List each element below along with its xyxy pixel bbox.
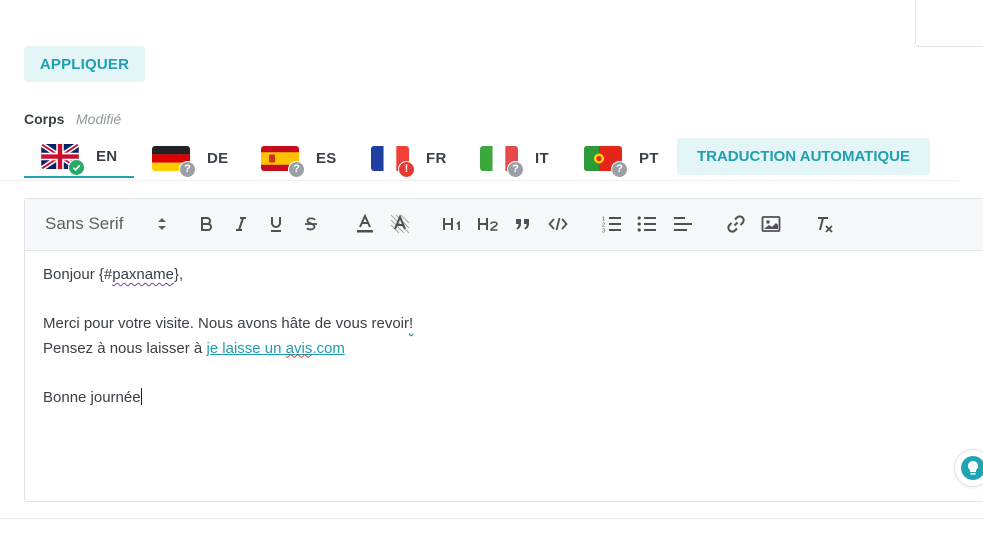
- body-line-1-text: Merci pour votre visite. Nous avons hâte…: [43, 315, 409, 332]
- closing-text: Bonne journée: [43, 388, 141, 406]
- uk-flag-icon: [41, 143, 85, 176]
- tab-de[interactable]: ? DE: [152, 136, 228, 180]
- svg-text:3: 3: [602, 229, 605, 234]
- auto-translate-button[interactable]: TRADUCTION AUTOMATIQUE: [677, 138, 930, 175]
- template-variable: paxname: [112, 266, 174, 283]
- tab-label-fr: FR: [426, 149, 447, 167]
- align-left-icon[interactable]: [670, 211, 696, 237]
- tab-pt[interactable]: ? PT: [584, 136, 659, 180]
- editor-toolbar: Sans Serif 1 2 3: [25, 199, 983, 251]
- body-line-1-punct: !: [409, 315, 414, 332]
- tabs-divider: [0, 180, 959, 181]
- review-link-part-c: .com: [312, 339, 345, 357]
- heading-1-icon[interactable]: [440, 211, 466, 237]
- bottom-divider: [0, 518, 983, 519]
- question-icon: ?: [611, 160, 628, 178]
- blockquote-icon[interactable]: [510, 211, 536, 237]
- body-line-2: Pensez à nous laisser à je laisse un avi…: [43, 337, 413, 362]
- heading-2-icon[interactable]: [475, 211, 501, 237]
- clear-format-icon[interactable]: [812, 211, 838, 237]
- bold-icon[interactable]: [193, 211, 219, 237]
- spain-flag-icon: ?: [261, 145, 305, 178]
- background-color-icon[interactable]: [387, 211, 413, 237]
- font-family-select[interactable]: Sans Serif: [45, 211, 167, 237]
- code-block-icon[interactable]: [545, 211, 571, 237]
- question-icon: ?: [288, 160, 305, 178]
- check-icon: [68, 158, 85, 176]
- closing-line: Bonne journée: [43, 386, 413, 411]
- greeting-line: Bonjour {#paxname},: [43, 263, 413, 288]
- text-cursor: [140, 387, 143, 405]
- tab-label-it: IT: [535, 149, 549, 167]
- top-right-field[interactable]: [915, 0, 983, 47]
- review-link-part-b: avis: [285, 339, 313, 357]
- greeting-suffix: },: [173, 266, 184, 283]
- rich-text-editor: Sans Serif 1 2 3 Bonjour {#paxname}, Mer…: [24, 198, 983, 502]
- image-icon[interactable]: [758, 211, 784, 237]
- tab-es[interactable]: ? ES: [261, 136, 337, 180]
- strikethrough-icon[interactable]: [298, 211, 324, 237]
- link-icon[interactable]: [723, 211, 749, 237]
- editor-content[interactable]: Bonjour {#paxname}, Merci pour votre vis…: [43, 263, 413, 410]
- greeting-prefix: Bonjour {#: [43, 266, 113, 283]
- review-link[interactable]: je laisse un avis.com: [206, 340, 344, 357]
- question-icon: ?: [507, 160, 524, 178]
- italic-icon[interactable]: [228, 211, 254, 237]
- modified-status: Modifié: [76, 111, 122, 127]
- section-title: Corps: [24, 111, 65, 127]
- review-link-part-a: je laisse un: [206, 339, 286, 357]
- tab-fr[interactable]: ! FR: [371, 136, 447, 180]
- tab-en[interactable]: EN: [24, 136, 134, 178]
- body-line-2-prefix: Pensez à nous laisser à: [43, 339, 207, 357]
- body-line-1: Merci pour votre visite. Nous avons hâte…: [43, 312, 413, 337]
- portugal-flag-icon: ?: [584, 145, 628, 178]
- tab-it[interactable]: ? IT: [480, 136, 549, 180]
- error-icon: !: [398, 160, 415, 178]
- apply-button[interactable]: APPLIQUER: [24, 46, 145, 82]
- underline-icon[interactable]: [263, 211, 289, 237]
- font-family-value: Sans Serif: [45, 214, 124, 233]
- tab-label-pt: PT: [639, 149, 659, 167]
- select-arrows-icon: [157, 216, 167, 237]
- text-color-icon[interactable]: [352, 211, 378, 237]
- germany-flag-icon: ?: [152, 145, 196, 178]
- question-icon: ?: [179, 160, 196, 178]
- bullet-list-icon[interactable]: [634, 211, 660, 237]
- tab-label-es: ES: [316, 149, 337, 167]
- tab-label-de: DE: [207, 149, 229, 167]
- france-flag-icon: !: [371, 145, 415, 178]
- italy-flag-icon: ?: [480, 145, 524, 178]
- ordered-list-icon[interactable]: 123: [599, 211, 625, 237]
- tab-label-en: EN: [96, 147, 118, 165]
